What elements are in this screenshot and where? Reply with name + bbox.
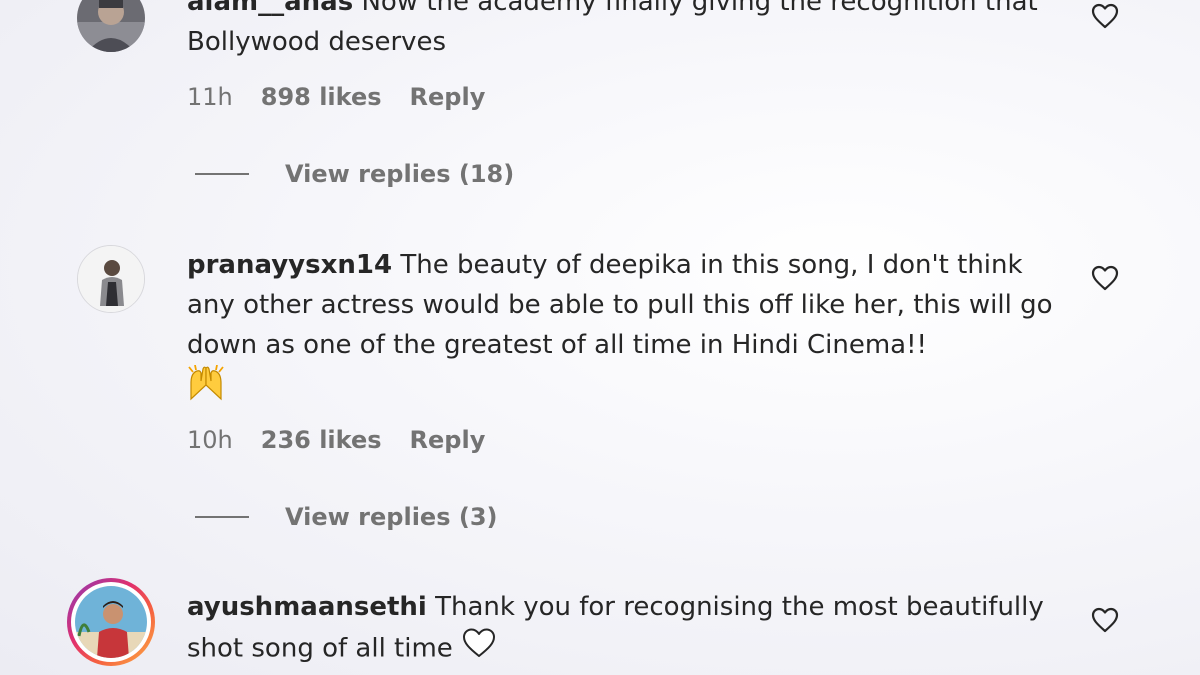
comment-username[interactable]: ayushmaansethi [187,592,427,622]
comment-text: alam__anas Now the academy finally givin… [187,0,1057,62]
comment-meta: 11h 898 likes Reply [187,82,485,112]
comment-text: pranayysxn14 The beauty of deepika in th… [187,245,1057,413]
avatar[interactable] [77,245,145,313]
comment-username[interactable]: alam__anas [187,0,353,17]
comment-likes[interactable]: 898 likes [261,82,382,112]
reply-button[interactable]: Reply [410,82,486,112]
like-heart-icon[interactable] [1091,607,1119,633]
avatar [75,586,147,658]
comment-meta: 10h 236 likes Reply [187,425,485,455]
view-replies-label: View replies (3) [285,503,498,531]
view-replies-button[interactable]: View replies (3) [195,503,497,531]
replies-divider [195,516,249,518]
view-replies-button[interactable]: View replies (18) [195,160,514,188]
like-heart-icon[interactable] [1091,265,1119,291]
raising-hands-emoji [187,364,225,413]
comment-time: 10h [187,426,233,454]
avatar[interactable] [77,0,145,52]
reply-button[interactable]: Reply [410,425,486,455]
comment-likes[interactable]: 236 likes [261,425,382,455]
like-heart-icon[interactable] [1091,3,1119,29]
replies-divider [195,173,249,175]
white-heart-emoji [461,627,497,671]
avatar-story-ring[interactable] [67,578,155,666]
comment-text: ayushmaansethi Thank you for recognising… [187,587,1057,671]
comments-panel: alam__anas Now the academy finally givin… [0,0,1200,675]
view-replies-label: View replies (18) [285,160,515,188]
comment-username[interactable]: pranayysxn14 [187,250,392,280]
comment-time: 11h [187,83,233,111]
